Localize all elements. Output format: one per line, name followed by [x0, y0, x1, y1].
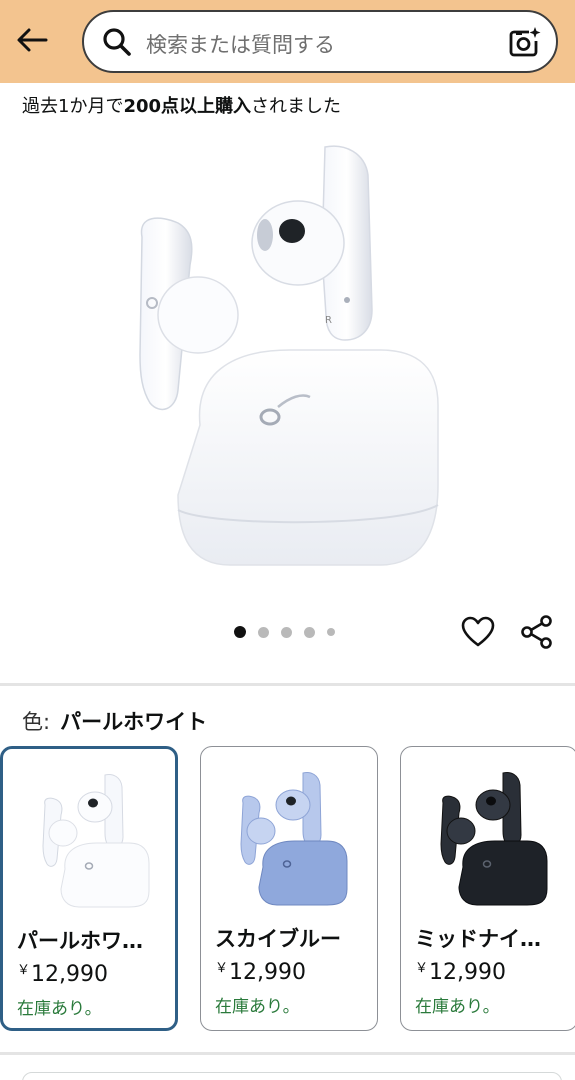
purchase-note-highlight: 200点以上購入 [123, 96, 252, 117]
option-price: ￥12,990 [415, 957, 506, 985]
search-placeholder[interactable]: 検索または質問する [146, 29, 335, 59]
option-name: パールホワ… [17, 929, 143, 953]
purchase-note-prefix: 過去1か月で [22, 96, 124, 117]
carousel-dot[interactable] [304, 626, 315, 638]
color-label: 色: パールホワイト [22, 706, 207, 736]
svg-text:R: R [325, 315, 332, 326]
color-option-pearl-white[interactable]: パールホワ… ￥12,990 在庫あり。 [0, 746, 178, 1031]
next-section-card [22, 1072, 562, 1080]
stock-status: 在庫あり。 [415, 997, 500, 1017]
section-divider [0, 1052, 575, 1055]
camera-icon[interactable] [508, 26, 542, 60]
currency-symbol: ￥ [17, 963, 31, 978]
carousel-dot[interactable] [234, 626, 246, 638]
color-label-key: 色: [22, 710, 51, 734]
carousel-dot[interactable] [327, 628, 335, 636]
stock-status: 在庫あり。 [215, 997, 300, 1017]
top-header: 検索または質問する [0, 0, 575, 83]
sky-blue-thumbnail [240, 772, 348, 906]
option-name: ミッドナイ… [415, 927, 541, 951]
purchase-count-note: 過去1か月で200点以上購入されました [22, 92, 341, 118]
section-divider [0, 683, 575, 686]
color-selected-value: パールホワイト [60, 710, 208, 734]
carousel-dot[interactable] [281, 626, 292, 638]
share-icon[interactable] [520, 614, 554, 650]
carousel-dot[interactable] [258, 626, 269, 638]
heart-outline-icon[interactable] [461, 616, 495, 648]
search-icon [103, 28, 131, 56]
option-price: ￥12,990 [215, 957, 306, 985]
price-amount: 12,990 [229, 960, 306, 985]
option-price: ￥12,990 [17, 959, 108, 987]
price-amount: 12,990 [31, 962, 108, 987]
color-option-midnight[interactable]: ミッドナイ… ￥12,990 在庫あり。 [400, 746, 575, 1031]
carousel-dots [234, 625, 347, 639]
currency-symbol: ￥ [215, 961, 229, 976]
option-name: スカイブルー [215, 927, 341, 951]
currency-symbol: ￥ [415, 961, 429, 976]
midnight-thumbnail [440, 772, 548, 906]
stock-status: 在庫あり。 [17, 999, 102, 1019]
back-button[interactable] [12, 22, 52, 58]
arrow-left-icon [17, 28, 48, 52]
pearl-white-thumbnail [42, 774, 150, 908]
price-amount: 12,990 [429, 960, 506, 985]
purchase-note-suffix: されました [251, 96, 342, 117]
color-option-sky-blue[interactable]: スカイブルー ￥12,990 在庫あり。 [200, 746, 378, 1031]
search-bar[interactable]: 検索または質問する [82, 10, 558, 73]
product-image[interactable]: R [120, 135, 460, 575]
